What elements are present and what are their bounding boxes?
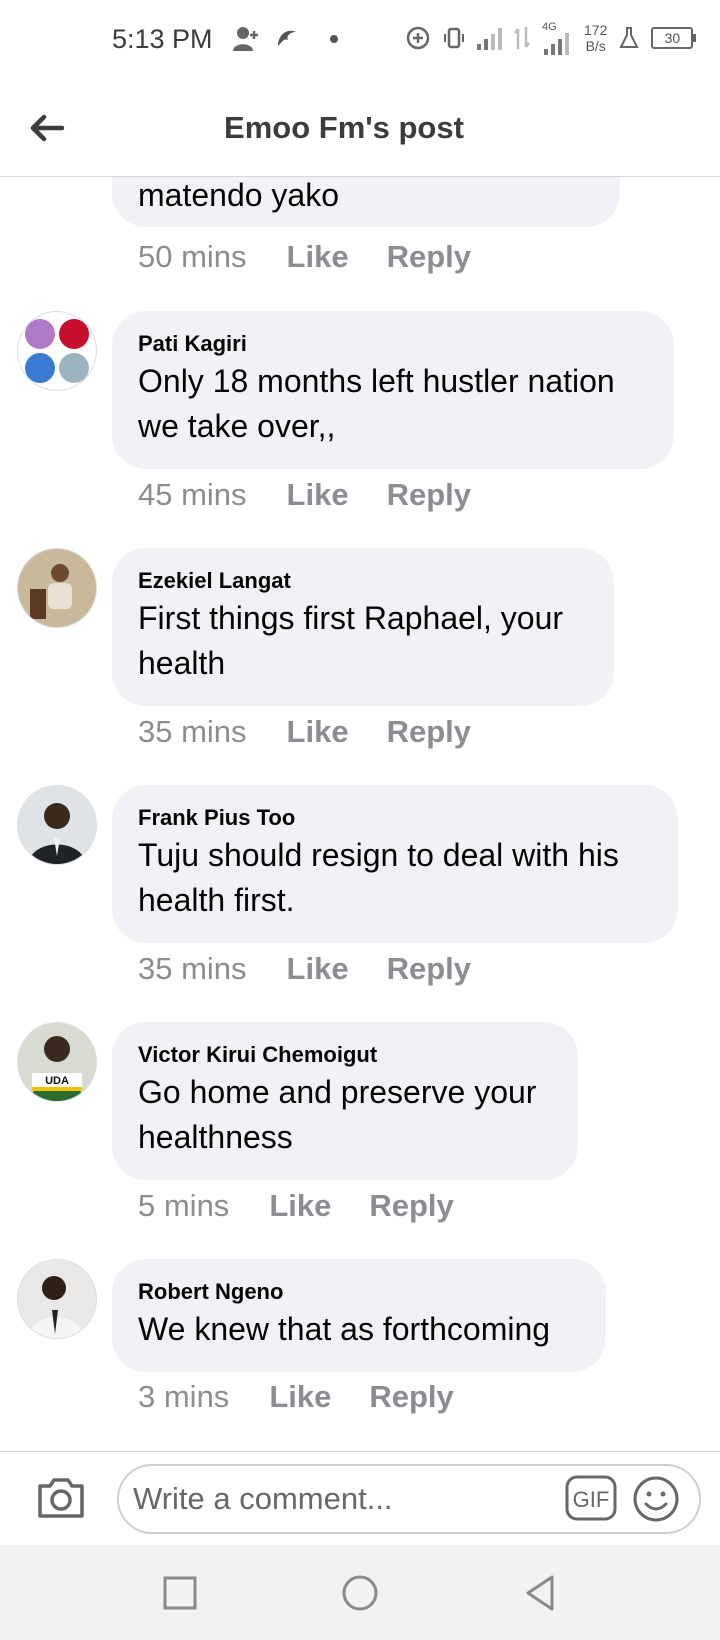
reply-button[interactable]: Reply (369, 1379, 453, 1415)
comment-author[interactable]: Pati Kagiri (138, 329, 648, 359)
network-speed-value: 172 (584, 22, 608, 38)
comment-text: First things first Raphael, your health (138, 600, 564, 681)
comment-input[interactable] (131, 1480, 555, 1518)
comment-time: 45 mins (138, 477, 247, 512)
status-bar: 5:13 PM 4G 172 B/s 30 (0, 0, 720, 80)
reply-button[interactable]: Reply (387, 951, 471, 987)
person-photo-icon (18, 786, 96, 864)
comment-input-box[interactable]: GIF (117, 1464, 701, 1534)
smiley-icon[interactable] (631, 1474, 681, 1524)
comment-list: matendo yako 50 mins Like Reply Pati Kag… (0, 177, 720, 1450)
comment-meta: 35 mins Like Reply (138, 951, 509, 987)
comment-bubble[interactable]: Ezekiel Langat First things first Raphae… (112, 548, 614, 706)
comment-author[interactable]: Victor Kirui Chemoigut (138, 1040, 552, 1070)
add-person-icon (233, 27, 258, 51)
avatar[interactable] (17, 311, 97, 391)
square-recents-icon[interactable] (158, 1571, 202, 1615)
comment-time: 35 mins (138, 714, 247, 749)
reply-button[interactable]: Reply (387, 477, 471, 513)
like-button[interactable]: Like (269, 1379, 331, 1415)
comment-text: Go home and preserve your healthness (138, 1074, 537, 1155)
avatar-badge-text: UDA (45, 1075, 69, 1087)
comment-meta: 35 mins Like Reply (138, 714, 509, 750)
dot-icon (330, 35, 338, 43)
comment-meta: 50 mins Like Reply (138, 239, 509, 275)
comment-composer: GIF (0, 1451, 720, 1546)
comment-bubble[interactable]: Frank Pius Too Tuju should resign to dea… (112, 785, 678, 943)
comment-author[interactable]: Robert Ngeno (138, 1277, 580, 1307)
avatar[interactable] (17, 785, 97, 865)
uda-avatar-icon: UDA (18, 1023, 96, 1101)
vibrate-icon (444, 27, 464, 49)
comment-time: 50 mins (138, 239, 247, 274)
comment-time: 5 mins (138, 1188, 230, 1223)
reply-button[interactable]: Reply (369, 1188, 453, 1224)
data-transfer-icon (514, 27, 530, 49)
like-button[interactable]: Like (269, 1188, 331, 1224)
like-button[interactable]: Like (287, 714, 349, 750)
comment-text: We knew that as forthcoming (138, 1311, 551, 1347)
comment-meta: 45 mins Like Reply (138, 477, 509, 513)
comment-bubble[interactable]: Robert Ngeno We knew that as forthcoming (112, 1259, 606, 1372)
battery-icon: 30 (651, 27, 697, 49)
avatar[interactable] (17, 548, 97, 628)
app-notification-icon (278, 30, 296, 46)
avatar[interactable]: UDA (17, 1022, 97, 1102)
comment-time: 35 mins (138, 951, 247, 986)
system-nav-bar (0, 1545, 720, 1640)
like-button[interactable]: Like (287, 239, 349, 275)
reply-button[interactable]: Reply (387, 714, 471, 750)
signal-2-icon: 4G (542, 21, 572, 55)
data-saver-icon (406, 26, 430, 50)
avatar[interactable] (17, 1259, 97, 1339)
post-header: Emoo Fm's post (0, 80, 720, 177)
status-right-icons: 4G 172 B/s 30 (405, 21, 697, 55)
triangle-back-icon[interactable] (518, 1571, 562, 1615)
comment-bubble[interactable]: Victor Kirui Chemoigut Go home and prese… (112, 1022, 578, 1180)
comment-text: matendo yako (138, 177, 340, 213)
status-notification-icons (232, 26, 344, 52)
like-button[interactable]: Like (287, 951, 349, 987)
network-speed-unit: B/s (585, 38, 606, 54)
comment-meta: 5 mins Like Reply (138, 1188, 492, 1224)
page-title: Emoo Fm's post (224, 110, 464, 145)
flask-icon (619, 27, 639, 48)
person-photo-icon (18, 549, 96, 627)
network-speed: 172 B/s (584, 22, 607, 54)
person-photo-icon (18, 1260, 96, 1338)
like-button[interactable]: Like (287, 477, 349, 513)
collage-avatar-icon (25, 319, 89, 383)
comment-author[interactable]: Frank Pius Too (138, 803, 652, 833)
comment-author[interactable]: Ezekiel Langat (138, 566, 588, 596)
reply-button[interactable]: Reply (387, 239, 471, 275)
comment-bubble[interactable]: matendo yako (112, 177, 620, 227)
gif-label: GIF (573, 1487, 610, 1512)
signal-1-icon (477, 26, 502, 50)
circle-home-icon[interactable] (338, 1571, 382, 1615)
comment-meta: 3 mins Like Reply (138, 1379, 492, 1415)
comment-text: Only 18 months left hustler nation we ta… (138, 363, 615, 444)
camera-icon[interactable] (34, 1472, 88, 1522)
status-time: 5:13 PM (112, 24, 213, 54)
comment-text: Tuju should resign to deal with his heal… (138, 837, 619, 918)
gif-icon[interactable]: GIF (565, 1475, 617, 1521)
comment-time: 3 mins (138, 1379, 230, 1414)
comment-bubble[interactable]: Pati Kagiri Only 18 months left hustler … (112, 311, 674, 469)
